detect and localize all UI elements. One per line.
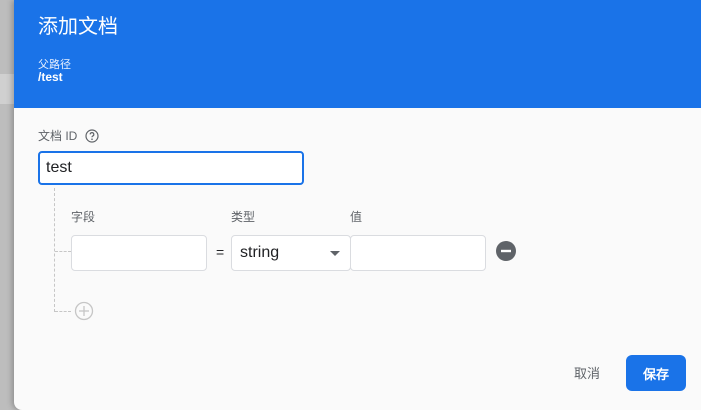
field-column-header: 字段	[71, 210, 96, 224]
parent-path-value: /test	[38, 70, 63, 84]
type-select-value: string	[240, 244, 280, 261]
equals-sign: =	[216, 244, 225, 260]
dialog-title: 添加文档	[38, 16, 118, 38]
tree-connector-add	[55, 311, 71, 312]
help-circle-icon[interactable]	[85, 128, 99, 143]
cancel-button[interactable]: 取消	[560, 355, 614, 389]
tree-connector-row	[55, 251, 71, 252]
dialog-header: 添加文档 父路径 /test	[14, 0, 701, 108]
document-id-label: 文档 ID	[38, 127, 99, 144]
field-name-input[interactable]	[71, 235, 207, 271]
tree-connector-vertical	[54, 188, 55, 312]
add-document-dialog: 添加文档 父路径 /test 文档 ID 字段 类型 值 = string	[14, 0, 701, 410]
remove-circle-icon[interactable]	[496, 241, 516, 261]
save-button[interactable]: 保存	[626, 355, 686, 391]
document-id-label-text: 文档 ID	[38, 129, 78, 143]
document-id-input[interactable]	[38, 151, 304, 185]
field-value-input[interactable]	[350, 235, 486, 271]
chevron-down-icon	[330, 251, 340, 256]
type-select[interactable]: string	[231, 235, 351, 271]
type-column-header: 类型	[231, 210, 256, 224]
add-circle-icon[interactable]	[74, 301, 94, 321]
value-column-header: 值	[350, 210, 363, 224]
